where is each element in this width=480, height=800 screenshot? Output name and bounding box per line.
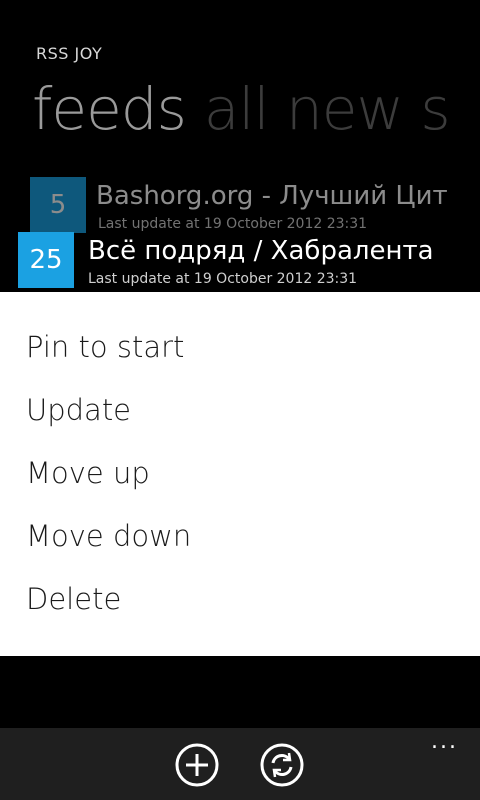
phone-screen: RSS JOY feeds all new s 5 Bashorg.org - Л…: [0, 0, 480, 800]
menu-item-pin-to-start[interactable]: Pin to start: [26, 327, 184, 367]
menu-item-delete[interactable]: Delete: [26, 579, 121, 619]
menu-item-move-up[interactable]: Move up: [26, 453, 150, 493]
pivot-tab-feeds[interactable]: feeds: [32, 75, 187, 143]
feed-title: Всё подряд / Хабралента: [88, 236, 434, 266]
more-options-button[interactable]: ...: [431, 731, 458, 753]
add-icon: [175, 743, 219, 787]
unread-count-tile: 25: [18, 232, 74, 288]
menu-item-update[interactable]: Update: [26, 390, 131, 430]
app-bar: ...: [0, 728, 480, 800]
pivot-header: feeds all new s: [32, 74, 451, 144]
feed-item[interactable]: 5 Bashorg.org - Лучший Цит Last update a…: [30, 177, 480, 237]
feed-last-update: Last update at 19 October 2012 23:31: [88, 271, 358, 287]
unread-count-tile: 5: [30, 177, 86, 233]
pivot-tab-all-new[interactable]: all new s: [204, 75, 451, 143]
add-button[interactable]: [174, 742, 220, 788]
app-title: RSS JOY: [36, 44, 103, 63]
feed-item-selected[interactable]: 25 Всё подряд / Хабралента Last update a…: [18, 232, 480, 292]
sync-icon: [260, 743, 304, 787]
sync-button[interactable]: [259, 742, 305, 788]
context-menu: Pin to start Update Move up Move down De…: [0, 292, 480, 656]
feed-last-update: Last update at 19 October 2012 23:31: [98, 216, 368, 232]
menu-item-move-down[interactable]: Move down: [26, 516, 191, 556]
feed-title: Bashorg.org - Лучший Цит: [96, 181, 448, 211]
